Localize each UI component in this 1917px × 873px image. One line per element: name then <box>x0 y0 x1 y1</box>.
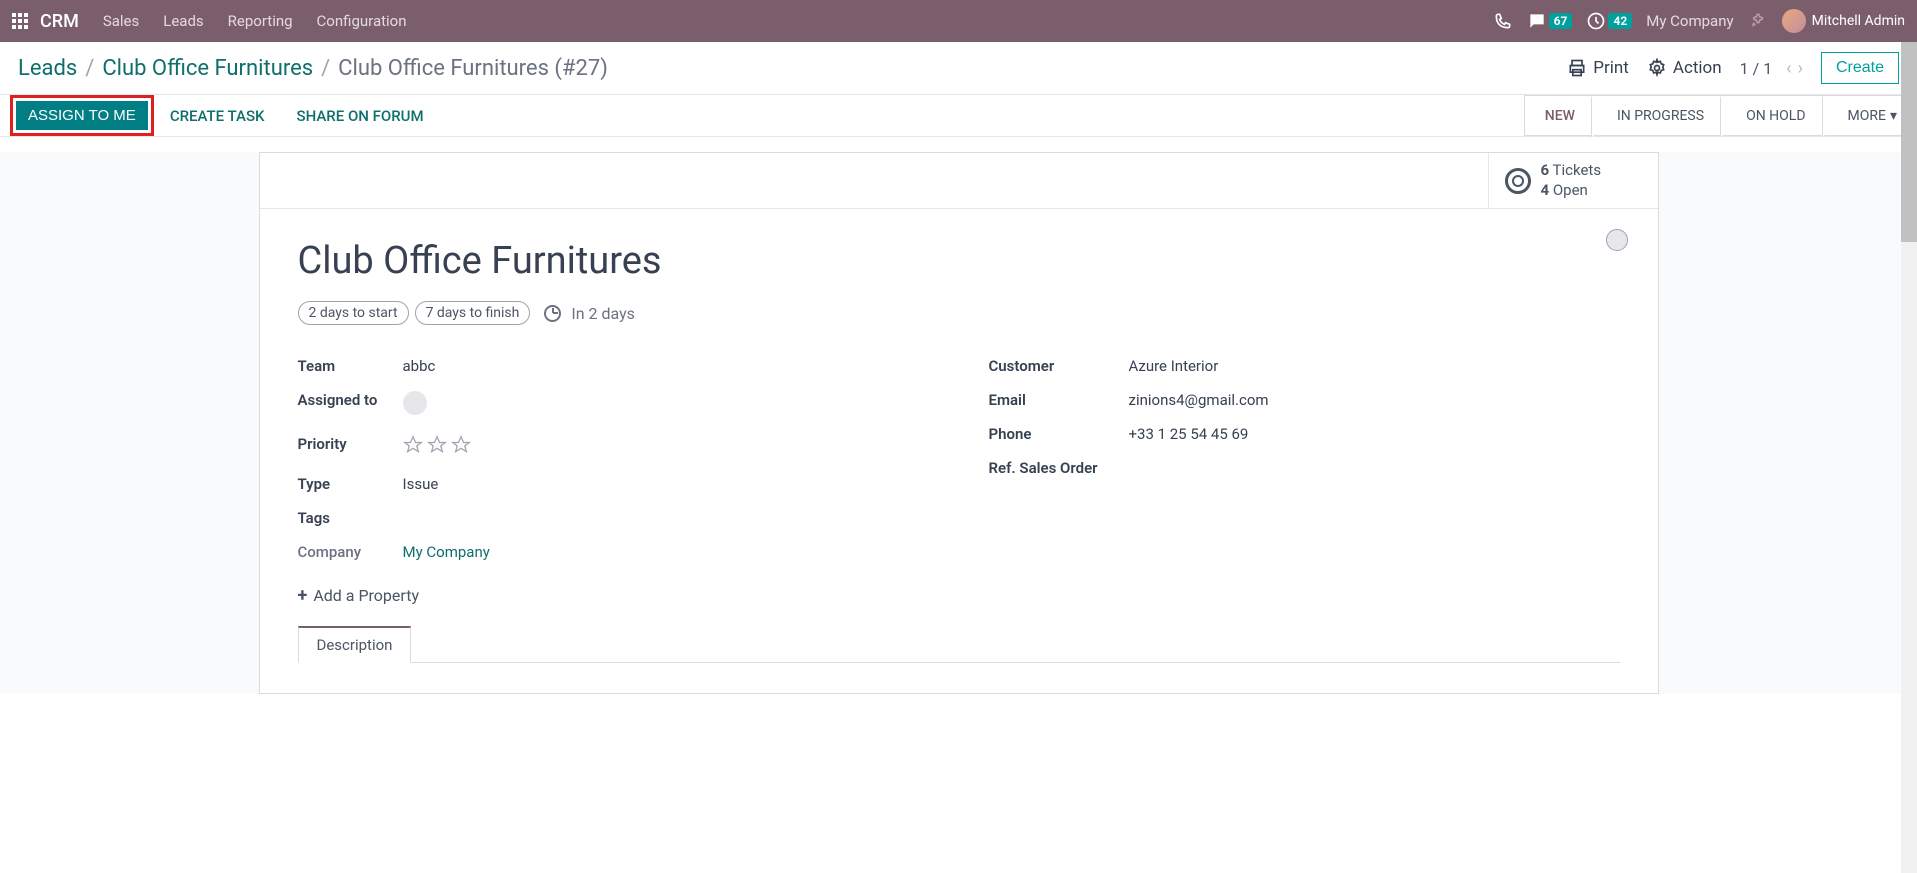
kanban-state-icon[interactable] <box>1606 229 1628 251</box>
apps-icon[interactable] <box>12 13 28 29</box>
user-menu[interactable]: Mitchell Admin <box>1782 9 1905 33</box>
clock-icon <box>544 305 561 322</box>
star-icon[interactable] <box>427 435 447 455</box>
pager-prev[interactable]: ‹ <box>1786 58 1791 79</box>
nav-leads[interactable]: Leads <box>163 12 203 30</box>
activities-badge: 42 <box>1608 13 1632 29</box>
star-icon[interactable] <box>451 435 471 455</box>
label-tags: Tags <box>298 509 403 527</box>
label-type: Type <box>298 475 403 493</box>
nav-reporting[interactable]: Reporting <box>228 12 293 30</box>
print-button[interactable]: Print <box>1567 58 1629 78</box>
label-company: Company <box>298 543 403 561</box>
debug-icon[interactable] <box>1748 11 1768 31</box>
lifebuoy-icon <box>1505 168 1531 194</box>
pill-days-start: 2 days to start <box>298 301 409 325</box>
create-task-button[interactable]: CREATE TASK <box>154 95 281 136</box>
pill-days-finish: 7 days to finish <box>415 301 531 325</box>
pager-next[interactable]: › <box>1798 58 1803 79</box>
top-navbar: CRM Sales Leads Reporting Configuration … <box>0 0 1917 42</box>
field-email[interactable]: zinions4@gmail.com <box>1129 391 1269 409</box>
user-name: Mitchell Admin <box>1812 13 1905 29</box>
field-customer[interactable]: Azure Interior <box>1129 357 1219 375</box>
field-phone[interactable]: +33 1 25 54 45 69 <box>1129 425 1249 443</box>
form-sheet: 6 Tickets 4 Open Club Office Furnitures … <box>259 152 1659 694</box>
print-icon <box>1567 58 1587 78</box>
field-type[interactable]: Issue <box>403 475 439 493</box>
scrollbar[interactable] <box>1901 42 1917 873</box>
stage-in-progress[interactable]: IN PROGRESS <box>1591 95 1720 136</box>
create-button[interactable]: Create <box>1821 52 1899 84</box>
label-phone: Phone <box>989 425 1129 443</box>
label-email: Email <box>989 391 1129 409</box>
action-button[interactable]: Action <box>1647 58 1722 78</box>
activities-icon[interactable]: 42 <box>1586 11 1632 31</box>
assign-to-me-button[interactable]: ASSIGN TO ME <box>16 101 148 130</box>
control-panel: Leads / Club Office Furnitures / Club Of… <box>0 42 1917 95</box>
field-company[interactable]: My Company <box>403 543 490 561</box>
add-property-button[interactable]: + Add a Property <box>298 585 420 606</box>
label-assigned: Assigned to <box>298 391 403 419</box>
nav-configuration[interactable]: Configuration <box>317 12 407 30</box>
breadcrumb-root[interactable]: Leads <box>18 56 77 81</box>
breadcrumb: Leads / Club Office Furnitures / Club Of… <box>18 56 608 81</box>
label-team: Team <box>298 357 403 375</box>
app-brand[interactable]: CRM <box>40 11 79 32</box>
share-forum-button[interactable]: SHARE ON FORUM <box>281 95 440 136</box>
status-stages: NEW IN PROGRESS ON HOLD MORE ▾ <box>1524 95 1917 136</box>
stage-on-hold[interactable]: ON HOLD <box>1720 95 1821 136</box>
breadcrumb-current: Club Office Furnitures (#27) <box>338 56 608 81</box>
label-customer: Customer <box>989 357 1129 375</box>
stage-new[interactable]: NEW <box>1524 95 1591 136</box>
record-title: Club Office Furnitures <box>298 239 1620 283</box>
plus-icon: + <box>298 585 308 606</box>
label-ref-sales-order: Ref. Sales Order <box>989 459 1129 477</box>
field-team[interactable]: abbc <box>403 357 436 375</box>
field-priority[interactable] <box>403 435 471 459</box>
tab-description[interactable]: Description <box>298 626 412 663</box>
phone-icon[interactable] <box>1493 11 1513 31</box>
messages-icon[interactable]: 67 <box>1527 11 1573 31</box>
star-icon[interactable] <box>403 435 423 455</box>
tickets-stat-button[interactable]: 6 Tickets 4 Open <box>1488 153 1658 208</box>
field-assigned[interactable] <box>403 391 427 419</box>
caret-down-icon: ▾ <box>1890 108 1897 124</box>
messages-badge: 67 <box>1549 13 1573 29</box>
breadcrumb-parent[interactable]: Club Office Furnitures <box>102 56 313 81</box>
assignee-avatar-icon <box>403 391 427 415</box>
company-switcher[interactable]: My Company <box>1646 12 1733 30</box>
avatar-icon <box>1782 9 1806 33</box>
action-bar: ASSIGN TO ME CREATE TASK SHARE ON FORUM … <box>0 95 1917 137</box>
label-priority: Priority <box>298 435 403 459</box>
gear-icon <box>1647 58 1667 78</box>
sla-countdown: In 2 days <box>571 304 635 323</box>
nav-sales[interactable]: Sales <box>103 12 139 30</box>
notebook-tabs: Description <box>298 626 1620 663</box>
pager: 1 / 1 ‹ › <box>1740 58 1803 79</box>
highlight-box: ASSIGN TO ME <box>10 95 154 136</box>
